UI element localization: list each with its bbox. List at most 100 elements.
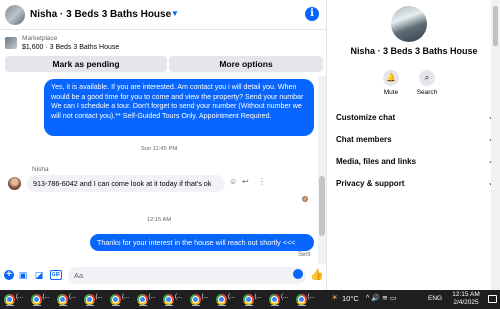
gif-icon[interactable]: GIF (50, 270, 62, 280)
more-vertical-icon[interactable]: ⋮ (258, 177, 266, 186)
battery-icon[interactable]: ▭ (390, 295, 399, 302)
scrollbar-thumb[interactable] (493, 6, 498, 46)
search-label: Search (416, 89, 438, 96)
clock-time[interactable]: 12:15 AM (446, 291, 486, 298)
message-list: Yes, it is available. If you are interes… (0, 76, 318, 264)
profile-name: Nisha · 3 Beds 3 Baths House (350, 46, 478, 56)
section-chat-members[interactable]: Chat members ⌄ (336, 133, 494, 147)
search-icon: ⌕ (419, 70, 435, 86)
info-icon[interactable]: i (305, 7, 319, 21)
taskbar-window-label: (... (228, 294, 235, 300)
profile-avatar[interactable] (391, 6, 427, 42)
mark-as-pending-button[interactable]: Mark as pending (5, 56, 167, 72)
sticker-icon[interactable]: ◪ (34, 270, 44, 280)
language-indicator[interactable]: ENG (428, 295, 442, 302)
taskbar-chrome-window[interactable]: (... (295, 293, 320, 306)
active-window-indicator (271, 305, 279, 306)
taskbar-chrome-window[interactable]: (... (136, 293, 161, 306)
wifi-icon[interactable]: ≋ (382, 295, 390, 302)
emoji-icon[interactable] (293, 269, 303, 279)
system-tray-icons[interactable]: ^🔊≋▭ (366, 294, 399, 302)
chrome-icon (30, 294, 42, 305)
weather-icon[interactable]: ☀ (331, 293, 338, 302)
taskbar-window-label: (... (122, 294, 129, 300)
chat-panel: Nisha · 3 Beds 3 Baths House ▼ i Marketp… (0, 0, 327, 290)
image-icon[interactable]: ▣ (18, 270, 28, 280)
section-label: Privacy & support (336, 179, 405, 188)
section-label: Customize chat (336, 113, 396, 122)
incoming-message[interactable]: 913-786-6042 and I can come look at it t… (27, 175, 225, 192)
taskbar-chrome-window[interactable]: (... (163, 293, 187, 306)
sent-status: Sent (298, 252, 311, 258)
taskbar-chrome-window[interactable]: (... (216, 293, 240, 306)
taskbar-chrome-window[interactable]: (... (30, 293, 55, 306)
reply-icon[interactable]: ↩ (242, 177, 249, 186)
bell-icon: 🔔 (383, 70, 399, 86)
outgoing-message[interactable]: Yes, it is available. If you are interes… (44, 79, 314, 136)
active-window-indicator (59, 305, 67, 306)
section-media-files-links[interactable]: Media, files and links ⌄ (336, 155, 494, 169)
chat-title[interactable]: Nisha · 3 Beds 3 Baths House (30, 9, 171, 20)
taskbar-chrome-window[interactable]: (... (110, 293, 134, 306)
conversation-info-panel: Nisha · 3 Beds 3 Baths House 🔔 Mute ⌕ Se… (328, 0, 500, 290)
taskbar-chrome-window[interactable]: (... (269, 293, 293, 306)
chrome-icon (110, 294, 121, 305)
search-button[interactable]: ⌕ Search (409, 70, 445, 96)
more-options-button[interactable]: More options (169, 56, 323, 72)
chrome-icon (242, 294, 254, 305)
plus-icon[interactable]: + (4, 270, 14, 280)
chrome-icon (83, 294, 95, 305)
thumbs-up-icon[interactable]: 👍 (310, 268, 324, 281)
chrome-icon (295, 294, 307, 305)
taskbar-window-label: (... (95, 294, 103, 300)
chrome-icon (216, 294, 227, 305)
active-window-indicator (297, 305, 306, 306)
clock-date[interactable]: 2/4/2025 (446, 299, 486, 306)
taskbar-chrome-window[interactable]: (... (83, 293, 108, 306)
chat-header: Nisha · 3 Beds 3 Baths House ▼ i (0, 0, 327, 30)
outgoing-message[interactable]: Thanks for your interest in the house wi… (90, 234, 314, 251)
taskbar-chrome-window[interactable]: (... (189, 293, 214, 306)
section-customize-chat[interactable]: Customize chat ⌄ (336, 111, 494, 125)
sender-avatar[interactable] (8, 177, 21, 190)
message-scrollbar[interactable] (318, 76, 326, 264)
message-input[interactable]: Aa (68, 267, 306, 284)
active-window-indicator (112, 305, 120, 306)
notification-icon[interactable] (488, 295, 497, 303)
chrome-icon (136, 294, 148, 305)
taskbar-window-label: (... (307, 294, 315, 300)
listing-detail: $1,600 · 3 Beds 3 Baths House (22, 44, 120, 51)
taskbar-window-label: (... (148, 294, 156, 300)
taskbar-window-label: (... (175, 294, 182, 300)
mute-button[interactable]: 🔔 Mute (373, 70, 409, 96)
chevron-down-icon[interactable]: ▼ (171, 9, 179, 18)
taskbar-window-label: (... (201, 294, 209, 300)
taskbar-window-label: (... (16, 294, 23, 300)
taskbar-chrome-window[interactable]: (... (57, 293, 81, 306)
chrome-icon (57, 294, 68, 305)
chrome-icon (4, 294, 15, 305)
scrollbar-thumb[interactable] (319, 176, 325, 236)
active-window-indicator (6, 305, 14, 306)
chrome-icon (189, 294, 201, 305)
sender-name: Nisha (32, 166, 49, 173)
active-window-indicator (244, 305, 253, 306)
listing-thumbnail (5, 37, 17, 49)
taskbar-chrome-window[interactable]: (... (242, 293, 267, 306)
active-window-indicator (138, 305, 147, 306)
taskbar-chrome-window[interactable]: (... (4, 293, 28, 306)
marketplace-listing[interactable]: Marketplace $1,600 · 3 Beds 3 Baths Hous… (0, 32, 327, 54)
active-window-indicator (218, 305, 226, 306)
section-privacy-support[interactable]: Privacy & support ⌄ (336, 177, 494, 191)
chrome-icon (163, 294, 174, 305)
info-panel-scrollbar[interactable] (491, 0, 500, 290)
volume-icon[interactable]: 🔊 (371, 295, 382, 302)
windows-taskbar: (... (... (... (... (... (... (... (... (... (...… (0, 290, 500, 309)
chrome-icon (269, 294, 280, 305)
taskbar-window-label: (... (254, 294, 262, 300)
taskbar-window-label: (... (281, 294, 288, 300)
react-icon[interactable]: ☺ (229, 177, 237, 186)
weather-temperature[interactable]: 10°C (342, 294, 359, 303)
contact-avatar[interactable] (5, 5, 25, 25)
message-timestamp: Sun 11:45 PM (140, 146, 178, 152)
